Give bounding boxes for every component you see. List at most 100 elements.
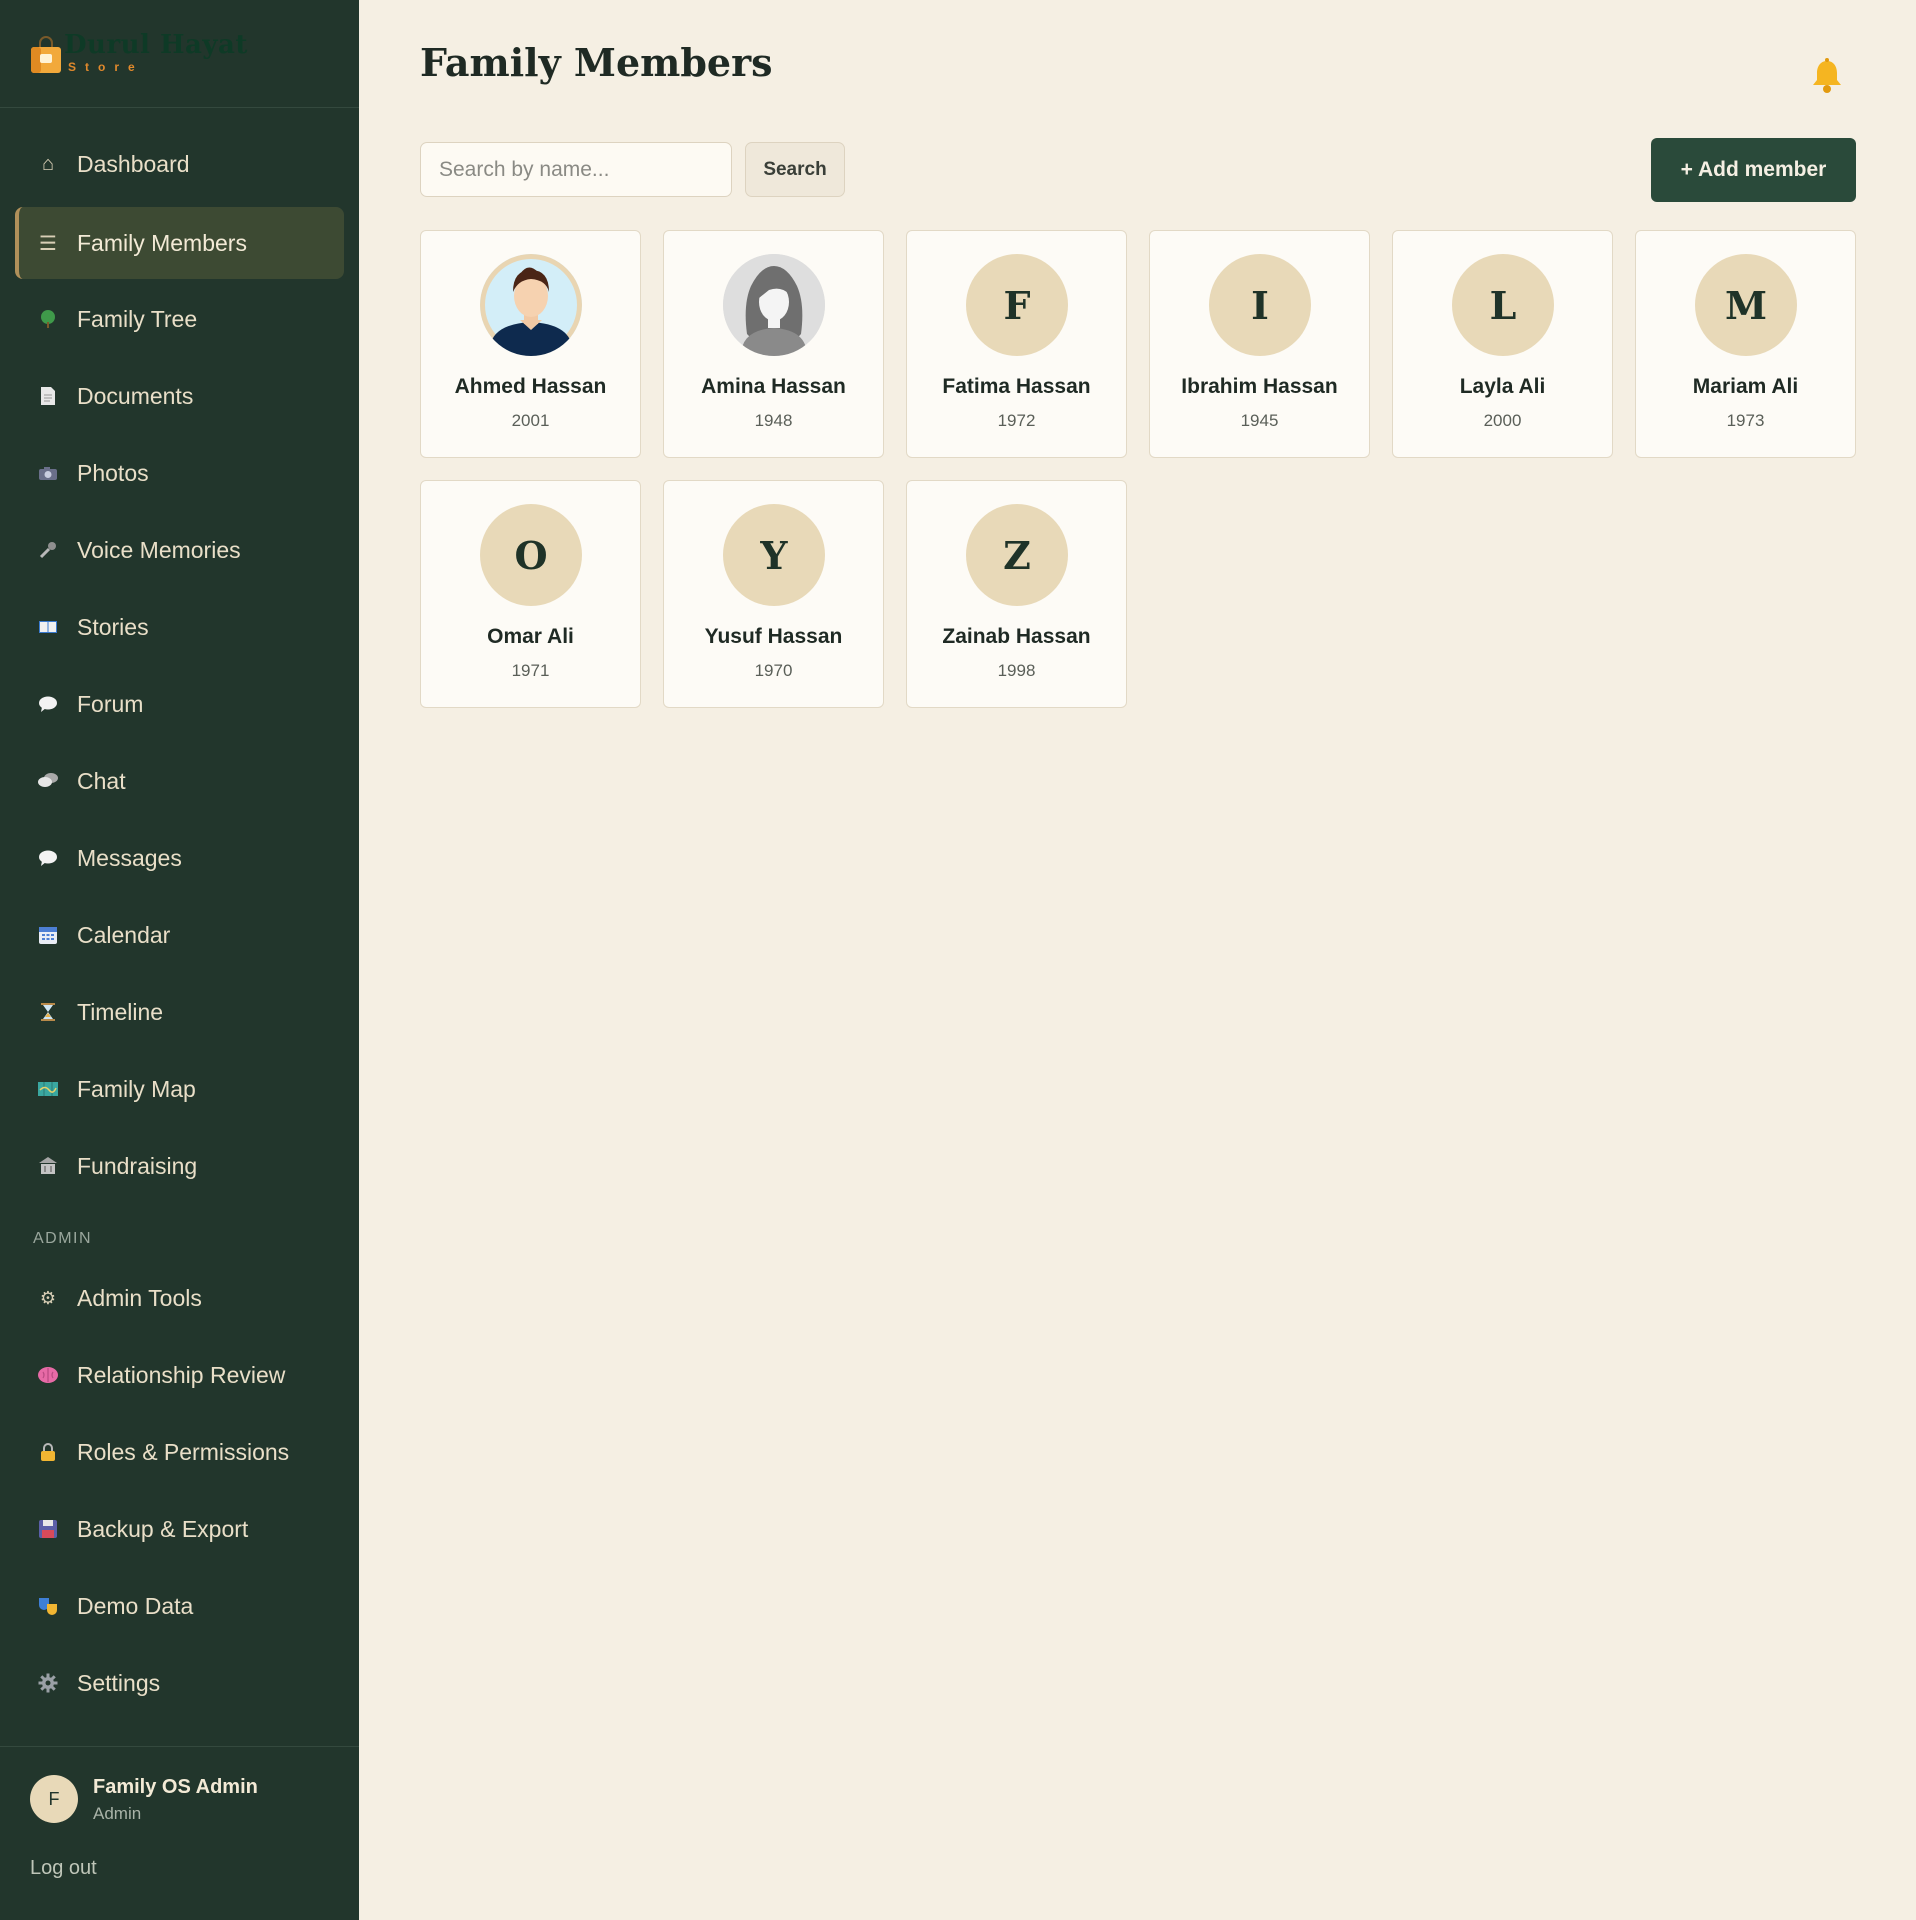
member-initial-avatar: L (1452, 254, 1554, 356)
sidebar-item-label: Stories (77, 613, 149, 640)
logo-area[interactable]: Durul Hayat Store (0, 0, 359, 108)
member-card-mariam-ali[interactable]: M Mariam Ali 1973 (1635, 230, 1856, 458)
sidebar-item-label: Backup & Export (77, 1515, 249, 1542)
gear-icon (33, 1673, 63, 1693)
sidebar-item-fundraising[interactable]: Fundraising (15, 1130, 344, 1202)
sidebar-item-forum[interactable]: Forum (15, 668, 344, 740)
female-avatar-icon (723, 254, 825, 356)
page-title: Family Members (420, 40, 773, 85)
search-button[interactable]: Search (745, 142, 845, 197)
sidebar-item-label: Roles & Permissions (77, 1438, 290, 1465)
add-member-button[interactable]: + Add member (1651, 138, 1856, 202)
member-name: Ibrahim Hassan (1181, 375, 1338, 398)
member-name: Fatima Hassan (942, 375, 1091, 398)
sidebar-item-family-members[interactable]: ☰ Family Members (15, 207, 344, 279)
member-name: Layla Ali (1459, 375, 1546, 398)
sidebar-item-label: Demo Data (77, 1592, 194, 1619)
user-name: Family OS Admin (93, 1776, 258, 1798)
sidebar-item-photos[interactable]: Photos (15, 437, 344, 509)
sidebar-item-dashboard[interactable]: ⌂ Dashboard (15, 128, 344, 200)
member-birth-year: 1973 (1726, 411, 1765, 430)
member-card-ahmed-hassan[interactable]: Ahmed Hassan 2001 (420, 230, 641, 458)
user-role: Admin (93, 1804, 142, 1823)
message-icon (33, 849, 63, 867)
member-card-zainab-hassan[interactable]: Z Zainab Hassan 1998 (906, 480, 1127, 708)
camera-icon (33, 465, 63, 481)
member-initial-avatar: Y (723, 504, 825, 606)
sidebar-item-chat[interactable]: Chat (15, 745, 344, 817)
member-card-layla-ali[interactable]: L Layla Ali 2000 (1392, 230, 1613, 458)
search-input[interactable] (420, 142, 732, 197)
member-card-fatima-hassan[interactable]: F Fatima Hassan 1972 (906, 230, 1127, 458)
sidebar-item-label: Relationship Review (77, 1361, 286, 1388)
tree-icon (33, 309, 63, 329)
member-birth-year: 1998 (997, 661, 1036, 680)
member-photo (480, 254, 582, 356)
sidebar-item-label: Forum (77, 690, 144, 717)
microphone-icon (33, 540, 63, 560)
member-initial-avatar: F (966, 254, 1068, 356)
sidebar-item-label: Chat (77, 767, 126, 794)
member-birth-year: 1971 (511, 661, 550, 680)
gear-small-icon: ⚙ (39, 1287, 57, 1308)
chat-bubbles-icon (33, 772, 63, 790)
member-birth-year: 1948 (754, 411, 793, 430)
male-avatar-icon (480, 254, 582, 356)
document-icon (33, 386, 63, 406)
sidebar-item-roles-permissions[interactable]: Roles & Permissions (15, 1416, 344, 1488)
sidebar-item-calendar[interactable]: Calendar (15, 899, 344, 971)
floppy-disk-icon (33, 1519, 63, 1539)
speech-bubble-icon (33, 695, 63, 713)
user-profile: F Family OS Admin Admin Log out (0, 1746, 359, 1920)
sidebar-item-relationship-review[interactable]: Relationship Review (15, 1339, 344, 1411)
member-birth-year: 2001 (511, 411, 550, 430)
admin-section-label: ADMIN (33, 1230, 93, 1247)
list-icon: ☰ (39, 232, 57, 255)
sidebar-item-label: Family Members (77, 229, 247, 256)
member-birth-year: 1970 (754, 661, 793, 680)
book-icon (33, 619, 63, 635)
sidebar-item-timeline[interactable]: Timeline (15, 976, 344, 1048)
bank-icon (33, 1156, 63, 1176)
member-photo (723, 254, 825, 356)
logout-link[interactable]: Log out (30, 1857, 97, 1880)
sidebar-item-label: Voice Memories (77, 536, 241, 563)
member-name: Zainab Hassan (942, 625, 1091, 648)
theater-masks-icon (33, 1596, 63, 1616)
sidebar-item-family-tree[interactable]: Family Tree (15, 283, 344, 355)
sidebar-item-label: Messages (77, 844, 182, 871)
sidebar-item-documents[interactable]: Documents (15, 360, 344, 432)
sidebar-item-family-map[interactable]: Family Map (15, 1053, 344, 1125)
map-icon (33, 1080, 63, 1098)
lock-icon (33, 1442, 63, 1462)
brand-name: Durul Hayat (64, 30, 248, 60)
sidebar-item-label: Family Map (77, 1075, 196, 1102)
sidebar-item-label: Calendar (77, 921, 171, 948)
sidebar-item-label: Timeline (77, 998, 164, 1025)
sidebar-item-label: Settings (77, 1669, 161, 1696)
member-card-yusuf-hassan[interactable]: Y Yusuf Hassan 1970 (663, 480, 884, 708)
sidebar-item-voice-memories[interactable]: Voice Memories (15, 514, 344, 586)
sidebar-item-label: Dashboard (77, 150, 190, 177)
member-birth-year: 1972 (997, 411, 1036, 430)
sidebar-item-label: Fundraising (77, 1152, 198, 1179)
member-card-omar-ali[interactable]: O Omar Ali 1971 (420, 480, 641, 708)
sidebar-item-messages[interactable]: Messages (15, 822, 344, 894)
home-icon: ⌂ (41, 152, 55, 175)
bell-icon[interactable] (1810, 58, 1844, 94)
member-birth-year: 2000 (1483, 411, 1522, 430)
sidebar-item-label: Family Tree (77, 305, 198, 332)
member-initial-avatar: M (1695, 254, 1797, 356)
sidebar-item-settings[interactable]: Settings (15, 1647, 344, 1719)
avatar[interactable]: F (30, 1775, 78, 1823)
sidebar-item-demo-data[interactable]: Demo Data (15, 1570, 344, 1642)
sidebar-item-stories[interactable]: Stories (15, 591, 344, 663)
sidebar-item-label: Photos (77, 459, 149, 486)
member-name: Omar Ali (487, 625, 574, 648)
member-card-amina-hassan[interactable]: Amina Hassan 1948 (663, 230, 884, 458)
sidebar-item-admin-tools[interactable]: ⚙ Admin Tools (15, 1262, 344, 1334)
member-card-ibrahim-hassan[interactable]: I Ibrahim Hassan 1945 (1149, 230, 1370, 458)
member-initial-avatar: O (480, 504, 582, 606)
sidebar-item-backup-export[interactable]: Backup & Export (15, 1493, 344, 1565)
sidebar: Durul Hayat Store ⌂ Dashboard ☰ Family M… (0, 0, 359, 1920)
